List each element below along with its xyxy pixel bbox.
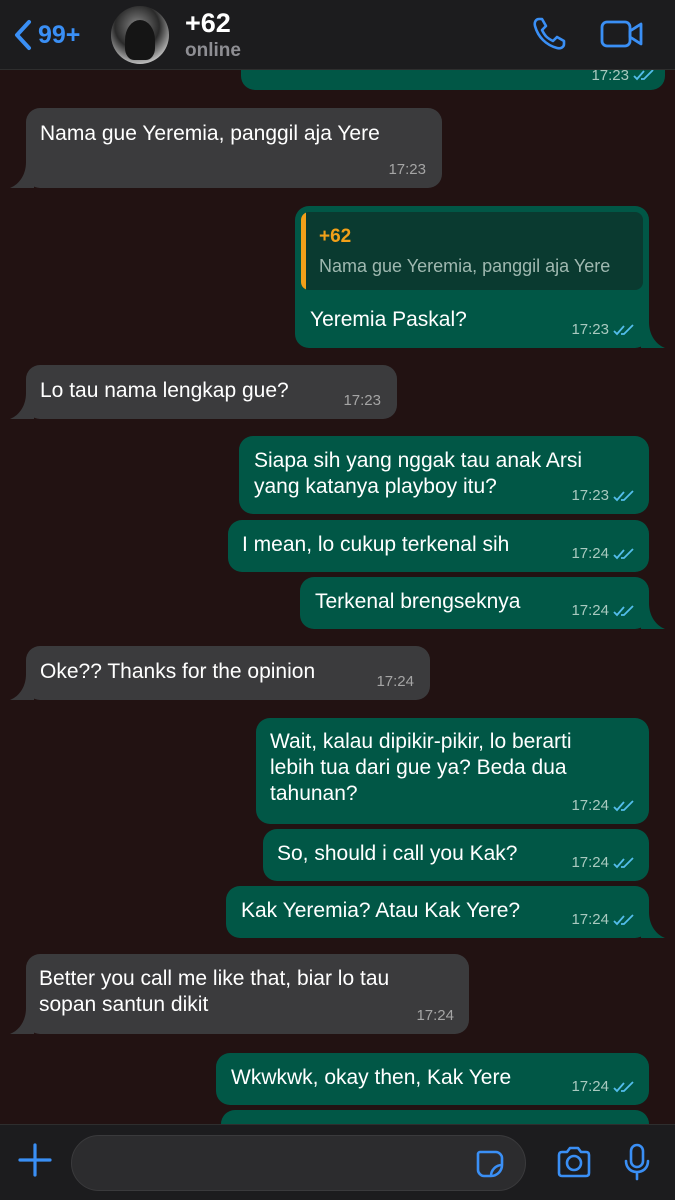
read-ticks-icon	[613, 324, 634, 336]
message-text-line: yang katanya playboy itu?	[254, 475, 497, 498]
phone-icon	[533, 17, 566, 50]
message-time: 17:23	[388, 161, 426, 178]
message-text: Kak Yeremia? Atau Kak Yere?	[241, 899, 521, 922]
microphone-button[interactable]	[624, 1143, 650, 1186]
video-call-button[interactable]	[599, 18, 645, 55]
message-time: 17:24	[571, 602, 609, 619]
message-time: 17:24	[571, 854, 609, 871]
quote-bar	[301, 212, 306, 290]
message-bubble-incoming[interactable]: Nama gue Yeremia, panggil aja Yere 17:23	[26, 108, 442, 188]
message-time: 17:23	[571, 321, 609, 338]
message-text: So, should i call you Kak?	[277, 842, 518, 865]
message-text: Oke?? Thanks for the opinion	[40, 660, 316, 683]
message-time: 17:24	[571, 797, 609, 814]
quoted-message[interactable]: +62 Nama gue Yeremia, panggil aja Yere	[301, 212, 643, 290]
unread-count: 99+	[38, 20, 81, 49]
message-bubble-outgoing[interactable]: So, should i call you Kak? 17:24	[263, 829, 649, 881]
message-text: I mean, lo cukup terkenal sih	[242, 533, 510, 556]
bubble-tail	[641, 603, 665, 629]
message-bubble-outgoing[interactable]: +62 Nama gue Yeremia, panggil aja Yere Y…	[295, 206, 649, 348]
message-list[interactable]: 17:23 Nama gue Yeremia, panggil aja Yere…	[0, 70, 675, 1124]
sticker-button[interactable]	[474, 1148, 506, 1185]
read-ticks-icon	[613, 490, 634, 502]
camera-icon	[557, 1146, 591, 1178]
message-bubble-incoming[interactable]: Better you call me like that, biar lo ta…	[26, 954, 469, 1034]
bubble-tail	[10, 162, 34, 188]
message-bubble-outgoing[interactable]: Wkwkwk, okay then, Kak Yere 17:24	[216, 1053, 649, 1105]
bubble-tail	[641, 912, 665, 938]
message-text-line: sopan santun dikit	[39, 993, 209, 1016]
read-ticks-icon	[633, 70, 654, 81]
message-text: Terkenal brengseknya	[315, 590, 521, 613]
message-text: Lo tau nama lengkap gue?	[40, 379, 289, 402]
plus-icon	[18, 1143, 52, 1177]
avatar[interactable]	[111, 6, 169, 64]
message-bubble-outgoing[interactable]: I mean, lo cukup terkenal sih 17:24	[228, 520, 649, 572]
message-text-line: lebih tua dari gue ya? Beda dua	[270, 756, 567, 779]
contact-status: online	[185, 40, 241, 61]
message-time: 17:24	[571, 545, 609, 562]
message-time: 17:23	[343, 392, 381, 409]
message-time: 17:24	[416, 1007, 454, 1024]
quote-author: +62	[319, 226, 352, 247]
message-bubble-outgoing[interactable]: Terkenal brengseknya 17:24	[300, 577, 649, 629]
message-text-line: Better you call me like that, biar lo ta…	[39, 967, 390, 990]
message-text-line: tahunan?	[270, 782, 358, 805]
message-time: 17:23	[571, 487, 609, 504]
read-ticks-icon	[613, 1081, 634, 1093]
camera-button[interactable]	[555, 1145, 593, 1184]
message-bubble-outgoing[interactable]: Kak Yeremia? Atau Kak Yere? 17:24	[226, 886, 649, 938]
message-text: Yeremia Paskal?	[310, 308, 467, 331]
voice-call-button[interactable]	[531, 16, 567, 57]
bubble-tail	[10, 393, 34, 419]
message-bubble-incoming[interactable]: Oke?? Thanks for the opinion 17:24	[26, 646, 430, 700]
message-time: 17:24	[571, 911, 609, 928]
message-time: 17:24	[571, 1078, 609, 1095]
contact-name[interactable]: +62	[185, 8, 231, 39]
message-bubble-outgoing[interactable]: 17:23	[241, 70, 665, 90]
message-text-line: Wait, kalau dipikir-pikir, lo berarti	[270, 730, 572, 753]
message-text: Wkwkwk, okay then, Kak Yere	[231, 1066, 512, 1089]
chevron-left-icon	[15, 20, 31, 50]
bubble-tail	[641, 322, 665, 348]
read-ticks-icon	[613, 548, 634, 560]
message-text: Nama gue Yeremia, panggil aja Yere	[40, 122, 380, 145]
message-input[interactable]	[71, 1135, 526, 1191]
message-bubble-outgoing[interactable]	[221, 1110, 649, 1124]
message-bubble-outgoing[interactable]: Wait, kalau dipikir-pikir, lo berarti le…	[256, 718, 649, 824]
read-ticks-icon	[613, 605, 634, 617]
chat-header: 99+ +62 online	[0, 0, 675, 70]
message-time: 17:24	[376, 673, 414, 690]
back-button[interactable]: 99+	[12, 18, 80, 52]
message-text-line: Siapa sih yang nggak tau anak Arsi	[254, 449, 583, 472]
bubble-tail	[10, 1008, 34, 1034]
composer-bar	[0, 1124, 675, 1200]
microphone-icon	[624, 1143, 650, 1181]
quote-text: Nama gue Yeremia, panggil aja Yere	[319, 256, 611, 276]
read-ticks-icon	[613, 800, 634, 812]
message-time: 17:23	[591, 70, 629, 84]
attach-button[interactable]	[16, 1137, 54, 1188]
message-bubble-incoming[interactable]: Lo tau nama lengkap gue? 17:23	[26, 365, 397, 419]
sticker-icon	[476, 1150, 504, 1178]
read-ticks-icon	[613, 857, 634, 869]
video-camera-icon	[600, 20, 643, 48]
bubble-tail	[10, 674, 34, 700]
message-bubble-outgoing[interactable]: Siapa sih yang nggak tau anak Arsi yang …	[239, 436, 649, 514]
read-ticks-icon	[613, 914, 634, 926]
